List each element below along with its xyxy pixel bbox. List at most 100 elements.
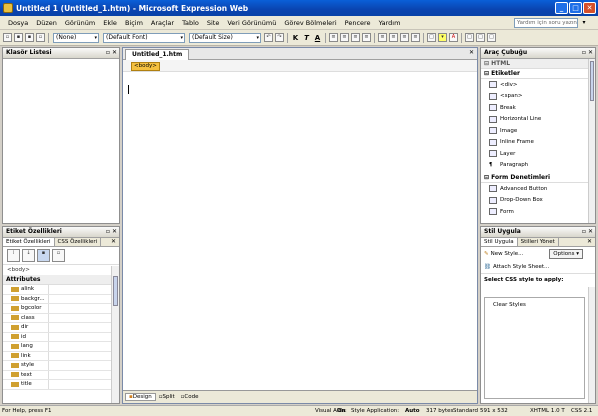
toolbox-item-div[interactable]: <div> xyxy=(481,79,595,91)
form-controls-section-header[interactable]: ⊟ Form Denetimleri xyxy=(481,173,595,183)
toolbox-item-layer[interactable]: Layer xyxy=(481,148,595,160)
style-application-value[interactable]: Auto xyxy=(405,406,420,416)
quick-tag-body[interactable]: <body> xyxy=(131,62,160,71)
show-set-properties-icon[interactable]: ▪ xyxy=(37,249,50,262)
decrease-indent-icon[interactable]: ≡ xyxy=(400,33,409,42)
attribute-value[interactable] xyxy=(49,304,119,313)
attribute-row[interactable]: style xyxy=(3,361,119,371)
menu-format[interactable]: Biçim xyxy=(121,19,147,27)
minimize-button[interactable]: _ xyxy=(555,2,568,14)
scrollbar-thumb[interactable] xyxy=(113,276,118,306)
attribute-value[interactable] xyxy=(49,342,119,351)
tab-manage-styles[interactable]: Stilleri Yönet xyxy=(518,238,559,246)
publish-icon[interactable]: ▫ xyxy=(36,33,45,42)
sort-az-icon[interactable]: ↓ xyxy=(22,249,35,262)
attribute-value[interactable] xyxy=(49,361,119,370)
toolbox-scrollbar[interactable] xyxy=(588,59,595,223)
panel-close-icon[interactable]: ▫ ✕ xyxy=(106,48,117,58)
highlight-icon[interactable]: ▾ xyxy=(438,33,447,42)
align-right-icon[interactable]: ≡ xyxy=(351,33,360,42)
menu-task-panes[interactable]: Görev Bölmeleri xyxy=(280,19,340,27)
italic-button[interactable]: T xyxy=(302,34,311,42)
toolbox-item-form[interactable]: Form xyxy=(481,206,595,218)
toolbox-item-break[interactable]: Break xyxy=(481,102,595,114)
font-color-icon[interactable]: A xyxy=(449,33,458,42)
bold-button[interactable]: K xyxy=(291,34,300,42)
toolbox-item-advanced-button[interactable]: Advanced Button xyxy=(481,183,595,195)
undo-icon[interactable]: ↶ xyxy=(264,33,273,42)
menu-table[interactable]: Tablo xyxy=(178,19,203,27)
options-button[interactable]: Options ▾ xyxy=(549,249,583,259)
apply-styles-scrollbar[interactable] xyxy=(588,287,595,403)
attribute-row[interactable]: alink xyxy=(3,285,119,295)
scrollbar-thumb[interactable] xyxy=(590,61,594,101)
maximize-button[interactable]: □ xyxy=(569,2,582,14)
border-icon[interactable]: □ xyxy=(427,33,436,42)
redo-icon[interactable]: ↷ xyxy=(275,33,284,42)
toolbox-item-inline-frame[interactable]: Inline Frame xyxy=(481,137,595,149)
tags-section-header[interactable]: ⊟ Etiketler xyxy=(481,69,595,79)
attribute-row[interactable]: backgr... xyxy=(3,294,119,304)
attribute-value[interactable] xyxy=(49,333,119,342)
tab-code[interactable]: ▫Code xyxy=(178,394,202,400)
menu-help[interactable]: Yardım xyxy=(375,19,405,27)
layout-icon-3[interactable]: □ xyxy=(487,33,496,42)
menu-edit[interactable]: Düzen xyxy=(32,19,61,27)
justify-icon[interactable]: ≡ xyxy=(362,33,371,42)
close-icon[interactable]: ✕ xyxy=(587,238,592,246)
attach-style-sheet-link[interactable]: Attach Style Sheet... xyxy=(493,264,549,270)
tab-design[interactable]: ▪Design xyxy=(125,393,156,401)
style-list[interactable]: Clear Styles xyxy=(484,297,585,399)
menu-file[interactable]: Dosya xyxy=(4,19,32,27)
menu-insert[interactable]: Ekle xyxy=(99,19,121,27)
attribute-row[interactable]: dir xyxy=(3,323,119,333)
layout-icon-2[interactable]: □ xyxy=(476,33,485,42)
categorize-icon[interactable]: ⁞ xyxy=(7,249,20,262)
page-dimensions[interactable]: 591 x 532 xyxy=(480,406,508,416)
menu-window[interactable]: Pencere xyxy=(341,19,375,27)
close-icon[interactable]: ✕ xyxy=(111,238,116,246)
style-dropdown[interactable]: (None) ▾ xyxy=(53,32,99,43)
toolbox-item-drop-down-box[interactable]: Drop-Down Box xyxy=(481,195,595,207)
tag-icon[interactable]: ▫ xyxy=(52,249,65,262)
tab-tag-properties[interactable]: Etiket Özellikleri xyxy=(3,238,55,246)
design-canvas[interactable] xyxy=(123,73,477,390)
open-folder-icon[interactable]: ▪ xyxy=(14,33,23,42)
panel-close-icon[interactable]: ▫ ✕ xyxy=(106,227,117,237)
attribute-row[interactable]: link xyxy=(3,351,119,361)
visual-aids-value[interactable]: On xyxy=(337,406,346,416)
font-dropdown[interactable]: (Default Font) ▾ xyxy=(103,32,185,43)
underline-button[interactable]: A xyxy=(313,34,322,42)
toolbox-item-span[interactable]: <span> xyxy=(481,91,595,103)
layout-icon[interactable]: □ xyxy=(465,33,474,42)
align-center-icon[interactable]: ≡ xyxy=(340,33,349,42)
attribute-row[interactable]: text xyxy=(3,370,119,380)
attribute-value[interactable] xyxy=(49,380,119,389)
new-style-link[interactable]: New Style... xyxy=(491,251,524,257)
attribute-row[interactable]: class xyxy=(3,313,119,323)
increase-indent-icon[interactable]: ≡ xyxy=(411,33,420,42)
panel-close-icon[interactable]: ▫ ✕ xyxy=(582,48,593,58)
tab-apply-styles[interactable]: Stil Uygula xyxy=(481,238,518,246)
toolbox-item-horizontal-line[interactable]: Horizontal Line xyxy=(481,114,595,126)
panel-close-icon[interactable]: ▫ ✕ xyxy=(582,227,593,237)
attributes-section-header[interactable]: Attributes xyxy=(3,275,119,285)
attribute-value[interactable] xyxy=(49,371,119,380)
toolbox-item-paragraph[interactable]: ¶ Paragraph xyxy=(481,160,595,172)
close-button[interactable]: ✕ xyxy=(583,2,596,14)
attribute-row[interactable]: lang xyxy=(3,342,119,352)
attribute-value[interactable] xyxy=(49,285,119,294)
menu-data-view[interactable]: Veri Görünümü xyxy=(223,19,280,27)
toolbox-item-image[interactable]: Image xyxy=(481,125,595,137)
menu-tools[interactable]: Araçlar xyxy=(147,19,178,27)
menu-view[interactable]: Görünüm xyxy=(61,19,99,27)
attribute-row[interactable]: id xyxy=(3,332,119,342)
attribute-row[interactable]: title xyxy=(3,380,119,390)
clear-styles-item[interactable]: Clear Styles xyxy=(485,298,584,312)
new-page-icon[interactable]: ▫ xyxy=(3,33,12,42)
css-version-indicator[interactable]: CSS 2.1 xyxy=(571,406,592,416)
attribute-value[interactable] xyxy=(49,295,119,304)
attribute-value[interactable] xyxy=(49,352,119,361)
tag-properties-scrollbar[interactable] xyxy=(111,266,119,403)
bullet-list-icon[interactable]: ≡ xyxy=(389,33,398,42)
